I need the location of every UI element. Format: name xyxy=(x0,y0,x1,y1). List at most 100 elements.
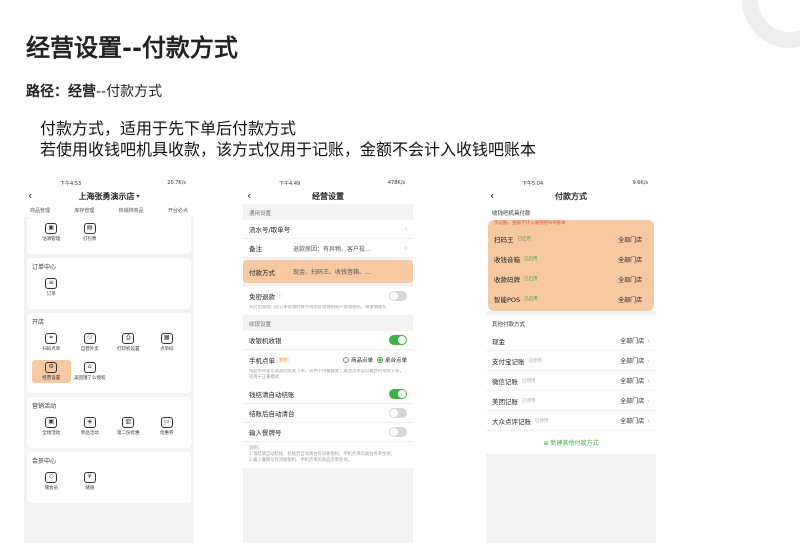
tab-hot-items[interactable]: 热销排商品 xyxy=(119,207,144,214)
free-refund-toggle[interactable] xyxy=(389,290,407,301)
table-order-radio[interactable] xyxy=(376,356,383,363)
auto-clear-toggle[interactable] xyxy=(389,408,407,418)
goods-tabs: 商品管理 库存管理 热销排商品 开台必点 xyxy=(24,204,194,217)
item-promo-label: 单品活动 xyxy=(80,431,99,436)
method-status: 已启用 xyxy=(524,277,538,282)
stored-value-icon: ¥ xyxy=(83,472,96,483)
free-refund-row: 免密退款 ⓘ xyxy=(243,286,413,305)
path-line: 路径：经营--付款方式 xyxy=(26,81,162,101)
cashier-label: 收银机收银 xyxy=(249,337,282,345)
desc-line-2: 若使用收钱吧机具收款，该方式仅用于记账，金额不会计入收钱吧账本 xyxy=(40,140,537,159)
remark-value: 退款原因：有异物、客户投… xyxy=(293,245,372,253)
serial-number-row[interactable]: 流水号/取单号 › xyxy=(243,220,413,239)
method-row-wechat[interactable]: 微信记账 已停用 全部门店 › xyxy=(486,371,656,391)
item-promo-item[interactable]: ◈ 单品活动 xyxy=(71,415,110,438)
back-icon[interactable]: ‹ xyxy=(28,189,32,202)
chevron-right-icon: › xyxy=(647,376,650,385)
sold-out-item[interactable]: ▣ 沽清管理 xyxy=(32,221,71,244)
general-section-label: 通用设置 xyxy=(249,211,272,217)
printer-item[interactable]: ⎙ 打印机设置 xyxy=(109,331,148,354)
second-discount-item[interactable]: ▥ 第二份优惠 xyxy=(109,415,148,438)
auto-checkout-toggle[interactable] xyxy=(389,389,407,399)
store-name[interactable]: 上海张勇演示店 xyxy=(78,191,134,202)
page-title: 付款方式 xyxy=(555,191,587,201)
chevron-down-icon[interactable]: ▾ xyxy=(136,193,139,200)
payment-method-label: 付款方式 xyxy=(249,268,275,277)
delivery-item[interactable]: ⚇ 自营外卖 xyxy=(71,331,110,354)
business-settings-label: 经营设置 xyxy=(42,376,61,381)
package-icon: ▤ xyxy=(83,223,96,234)
auto-clear-row: 结账后自动清台 xyxy=(243,404,413,423)
order-code-label: 点单码 xyxy=(160,347,174,352)
package-fee-item[interactable]: ▤ 打包费 xyxy=(71,221,110,244)
store-promo-label: 全场活动 xyxy=(42,431,61,436)
chevron-right-icon: › xyxy=(645,295,648,303)
method-row-meituan[interactable]: 美团记账 已停用 全部门店 › xyxy=(486,391,656,411)
coupon-label: 优惠券 xyxy=(160,431,174,436)
remark-row[interactable]: 备注 退款原因：有异物、客户投… › xyxy=(243,239,413,258)
description: 付款方式，适用于先下单后付款方式 若使用收钱吧机具收款，该方式仅用于记账，金额不… xyxy=(40,118,536,160)
status-bar: 下午4:49 478K/s xyxy=(243,178,413,188)
method-row-dianping[interactable]: 大众点评记账 已停用 全部门店 › xyxy=(486,411,656,431)
coupon-item[interactable]: ▭ 优惠券 xyxy=(148,415,187,438)
device-methods-highlight: 仅记账，金额不计入收钱吧APP账本 扫码王 已启用 全部门店 › 收钱音箱 已启… xyxy=(488,220,654,311)
method-row-smart-pos[interactable]: 智能POS 已启用 全部门店 › xyxy=(488,289,654,309)
goods-order-radio[interactable] xyxy=(342,356,349,363)
open-store-card: 开店 ⌗ 扫码点单 ⚇ 自营外卖 ⎙ 打印机设置 ▦ 点单码 ⚙ 经营设置 ⌂ 美团饿了么授… xyxy=(27,313,191,393)
method-row-scanner[interactable]: 扫码王 已启用 全部门店 › xyxy=(488,229,654,249)
second-discount-label: 第二份优惠 xyxy=(117,431,140,436)
method-name: 美团记账 xyxy=(492,397,518,406)
method-name: 现金 xyxy=(492,337,505,346)
method-status: 已启用 xyxy=(524,297,538,302)
method-scope: 全部门店 xyxy=(618,236,643,244)
status-bar: 下午5:04 9.6K/s xyxy=(486,178,656,188)
scan-order-item[interactable]: ⌗ 扫码点单 xyxy=(32,331,71,354)
method-status: 已启用 xyxy=(517,237,532,242)
method-scope: 全部门店 xyxy=(620,418,645,425)
business-settings-item[interactable]: ⚙ 经营设置 xyxy=(32,360,71,383)
method-row-alipay[interactable]: 支付宝记账 已停用 全部门店 › xyxy=(486,351,656,371)
store-promo-item[interactable]: ▣ 全场活动 xyxy=(32,415,71,438)
payment-header: ‹ 付款方式 xyxy=(486,188,656,204)
path-label: 路径： xyxy=(26,84,68,100)
phone-order-row: 手机点单 新增 商品点单 桌台点单 xyxy=(243,350,413,369)
delivery-icon: ⚇ xyxy=(83,333,96,344)
method-row-cash[interactable]: 现金 全部门店 › xyxy=(486,331,656,351)
chevron-right-icon: › xyxy=(645,255,648,263)
chevron-right-icon: › xyxy=(647,416,650,425)
payment-method-value: 现金、扫码王、收钱音箱、… xyxy=(293,269,372,276)
store-promo-icon: ▣ xyxy=(45,417,58,428)
page-title: 经营设置 xyxy=(312,191,344,201)
member-item[interactable]: ◇ 储会员 xyxy=(32,470,71,493)
order-code-item[interactable]: ▦ 点单码 xyxy=(148,331,187,354)
back-icon[interactable]: ‹ xyxy=(490,189,494,202)
payment-method-row[interactable]: 付款方式 现金、扫码王、收钱音箱、… › xyxy=(243,260,413,284)
table-number-toggle[interactable] xyxy=(389,427,407,437)
chevron-right-icon: › xyxy=(404,267,407,276)
method-row-qr-plate[interactable]: 收款码牌 已启用 全部门店 › xyxy=(488,269,654,289)
help-icon[interactable]: ⓘ xyxy=(277,292,282,299)
method-status: 已停用 xyxy=(535,418,549,424)
order-mode-options: 商品点单 桌台点单 xyxy=(339,356,407,364)
status-info: 9.6K/s xyxy=(632,180,648,186)
method-name: 支付宝记账 xyxy=(492,357,525,366)
authorize-item[interactable]: ⌂ 美团饿了么授权 xyxy=(71,360,110,383)
tab-stock-management[interactable]: 库存管理 xyxy=(74,207,94,214)
sold-out-label: 沽清管理 xyxy=(42,237,61,242)
add-payment-method-button[interactable]: ⊕ 新建其他付款方式 xyxy=(486,431,656,454)
phone-screen-store-home: 下午4:53 20.7K/s ‹ 上海张勇演示店 ▾ 商品管理 库存管理 热销排商… xyxy=(24,178,194,543)
cashier-toggle[interactable] xyxy=(389,335,407,345)
tab-must-order[interactable]: 开台必点 xyxy=(168,207,188,214)
method-row-speaker[interactable]: 收钱音箱 已启用 全部门店 › xyxy=(488,249,654,269)
method-name: 大众点评记账 xyxy=(492,417,531,426)
status-info: 20.7K/s xyxy=(167,180,186,186)
table-order-label: 桌台点单 xyxy=(384,357,407,364)
order-item[interactable]: ≡ 订单 xyxy=(32,276,71,299)
stored-value-item[interactable]: ¥ 储值 xyxy=(71,470,110,493)
chevron-right-icon: › xyxy=(645,235,648,243)
plus-circle-icon: ⊕ xyxy=(543,440,549,447)
tab-goods-management[interactable]: 商品管理 xyxy=(30,207,50,214)
back-icon[interactable]: ‹ xyxy=(247,189,251,202)
method-scope: 全部门店 xyxy=(620,338,645,345)
open-store-title: 开店 xyxy=(32,319,45,326)
